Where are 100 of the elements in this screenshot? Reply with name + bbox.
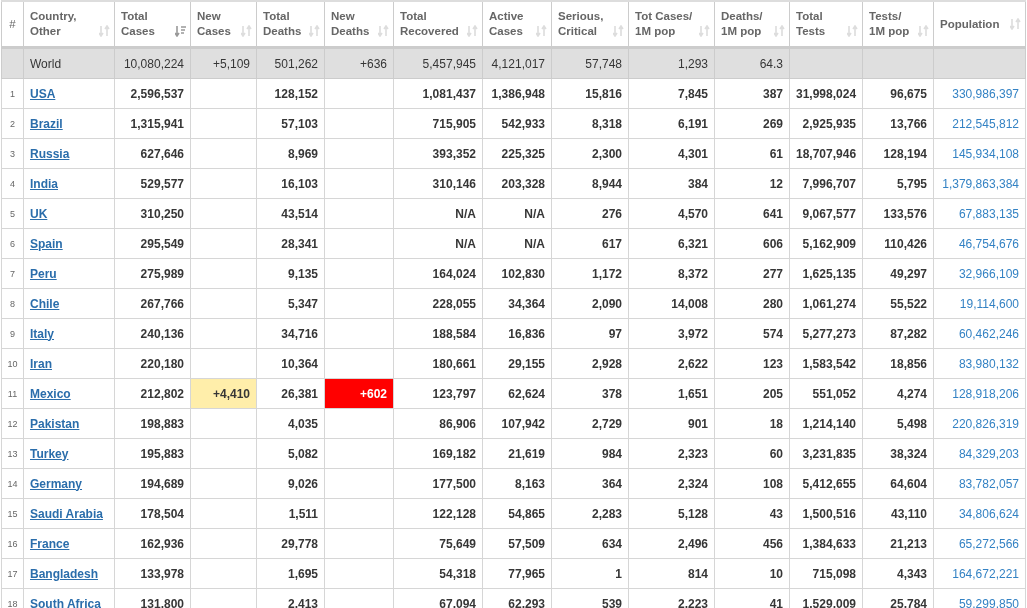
rank-cell: 13 xyxy=(1,438,24,469)
table-cell: 2,090 xyxy=(551,288,629,319)
table-cell: 54,318 xyxy=(393,558,483,589)
country-link[interactable]: Peru xyxy=(30,266,57,281)
table-cell: 10,364 xyxy=(256,348,325,379)
table-cell: 384 xyxy=(628,168,715,199)
table-cell: 3,231,835 xyxy=(789,438,863,469)
table-cell: 54,865 xyxy=(482,498,552,529)
table-cell: 1,293 xyxy=(628,47,715,79)
table-cell: 43 xyxy=(714,498,790,529)
table-cell: 225,325 xyxy=(482,138,552,169)
table-cell: 122,128 xyxy=(393,498,483,529)
table-cell: 178,504 xyxy=(114,498,191,529)
country-link[interactable]: Chile xyxy=(30,296,60,311)
table-cell: 574 xyxy=(714,318,790,349)
table-cell: 97 xyxy=(551,318,629,349)
table-cell: 310,146 xyxy=(393,168,483,199)
population-cell: 65,272,566 xyxy=(933,528,1026,559)
table-cell: 814 xyxy=(628,558,715,589)
table-cell: 4,301 xyxy=(628,138,715,169)
table-cell: 1,651 xyxy=(628,378,715,409)
rank-cell: 11 xyxy=(1,378,24,409)
table-cell: 5,795 xyxy=(862,168,934,199)
table-cell: 387 xyxy=(714,78,790,109)
new-cases-cell: +4,410 xyxy=(190,378,257,409)
table-cell: 7,996,707 xyxy=(789,168,863,199)
table-cell: 5,128 xyxy=(628,498,715,529)
table-cell: 1,500,516 xyxy=(789,498,863,529)
rank-cell: 16 xyxy=(1,528,24,559)
table-cell: 378 xyxy=(551,378,629,409)
table-cell: 57,103 xyxy=(256,108,325,139)
table-cell: 29,778 xyxy=(256,528,325,559)
rank-cell: 8 xyxy=(1,288,24,319)
table-cell: 456 xyxy=(714,528,790,559)
rank-cell: 9 xyxy=(1,318,24,349)
table-cell: 34,716 xyxy=(256,318,325,349)
table-cell: 212,802 xyxy=(114,378,191,409)
country-link[interactable]: Brazil xyxy=(30,116,63,131)
population-cell: 84,329,203 xyxy=(933,438,1026,469)
rank-cell: 6 xyxy=(1,228,24,259)
country-link[interactable]: Italy xyxy=(30,326,54,341)
table-cell: 4,570 xyxy=(628,198,715,229)
table-cell: 188,584 xyxy=(393,318,483,349)
table-cell: 1,695 xyxy=(256,558,325,589)
table-cell: 2,496 xyxy=(628,528,715,559)
country-link[interactable]: UK xyxy=(30,206,48,221)
rank-cell: 15 xyxy=(1,498,24,529)
table-cell: 9,067,577 xyxy=(789,198,863,229)
table-cell: 9,026 xyxy=(256,468,325,499)
table-cell: 18,707,946 xyxy=(789,138,863,169)
table-cell: 275,989 xyxy=(114,258,191,289)
table-cell: 10,080,224 xyxy=(114,47,191,79)
table-cell: 162,936 xyxy=(114,528,191,559)
table-cell: 2,925,935 xyxy=(789,108,863,139)
table-cell: 38,324 xyxy=(862,438,934,469)
table-cell: 57,748 xyxy=(551,47,629,79)
table-cell: 1,214,140 xyxy=(789,408,863,439)
table-cell: 627,646 xyxy=(114,138,191,169)
table-cell: 12 xyxy=(714,168,790,199)
rank-cell: 7 xyxy=(1,258,24,289)
population-cell: 212,545,812 xyxy=(933,108,1026,139)
population-cell: 19,114,600 xyxy=(933,288,1026,319)
country-link[interactable]: India xyxy=(30,176,58,191)
table-cell: 18,856 xyxy=(862,348,934,379)
table-cell: 177,500 xyxy=(393,468,483,499)
table-cell: 1,061,274 xyxy=(789,288,863,319)
table-cell: 984 xyxy=(551,438,629,469)
country-link[interactable]: USA xyxy=(30,86,56,101)
table-cell: 8,944 xyxy=(551,168,629,199)
table-cell: 606 xyxy=(714,228,790,259)
table-cell: 107,942 xyxy=(482,408,552,439)
table-cell: 31,998,024 xyxy=(789,78,863,109)
table-cell: 43,110 xyxy=(862,498,934,529)
table-cell: 26,381 xyxy=(256,378,325,409)
rank-cell: 14 xyxy=(1,468,24,499)
population-cell: 330,986,397 xyxy=(933,78,1026,109)
table-cell: 8,372 xyxy=(628,258,715,289)
table-cell: 7,845 xyxy=(628,78,715,109)
table-cell: 551,052 xyxy=(789,378,863,409)
table-cell: 10 xyxy=(714,558,790,589)
table-cell: 1 xyxy=(551,558,629,589)
rank-cell: 5 xyxy=(1,198,24,229)
table-cell: 64,604 xyxy=(862,468,934,499)
rank-cell: 2 xyxy=(1,108,24,139)
table-cell: 269 xyxy=(714,108,790,139)
table-cell: 2,324 xyxy=(628,468,715,499)
country-link[interactable]: Spain xyxy=(30,236,63,251)
table-cell: 128,194 xyxy=(862,138,934,169)
table-cell: 203,328 xyxy=(482,168,552,199)
table-cell: 2,729 xyxy=(551,408,629,439)
country-link[interactable]: Iran xyxy=(30,356,52,371)
table-cell: 4,121,017 xyxy=(482,47,552,79)
table-cell: 5,498 xyxy=(862,408,934,439)
table-cell: 21,619 xyxy=(482,438,552,469)
table-cell: 310,250 xyxy=(114,198,191,229)
table-cell: 169,182 xyxy=(393,438,483,469)
table-cell: 133,576 xyxy=(862,198,934,229)
rank-cell: 18 xyxy=(1,588,24,608)
table-cell: 641 xyxy=(714,198,790,229)
table-cell: 1,081,437 xyxy=(393,78,483,109)
